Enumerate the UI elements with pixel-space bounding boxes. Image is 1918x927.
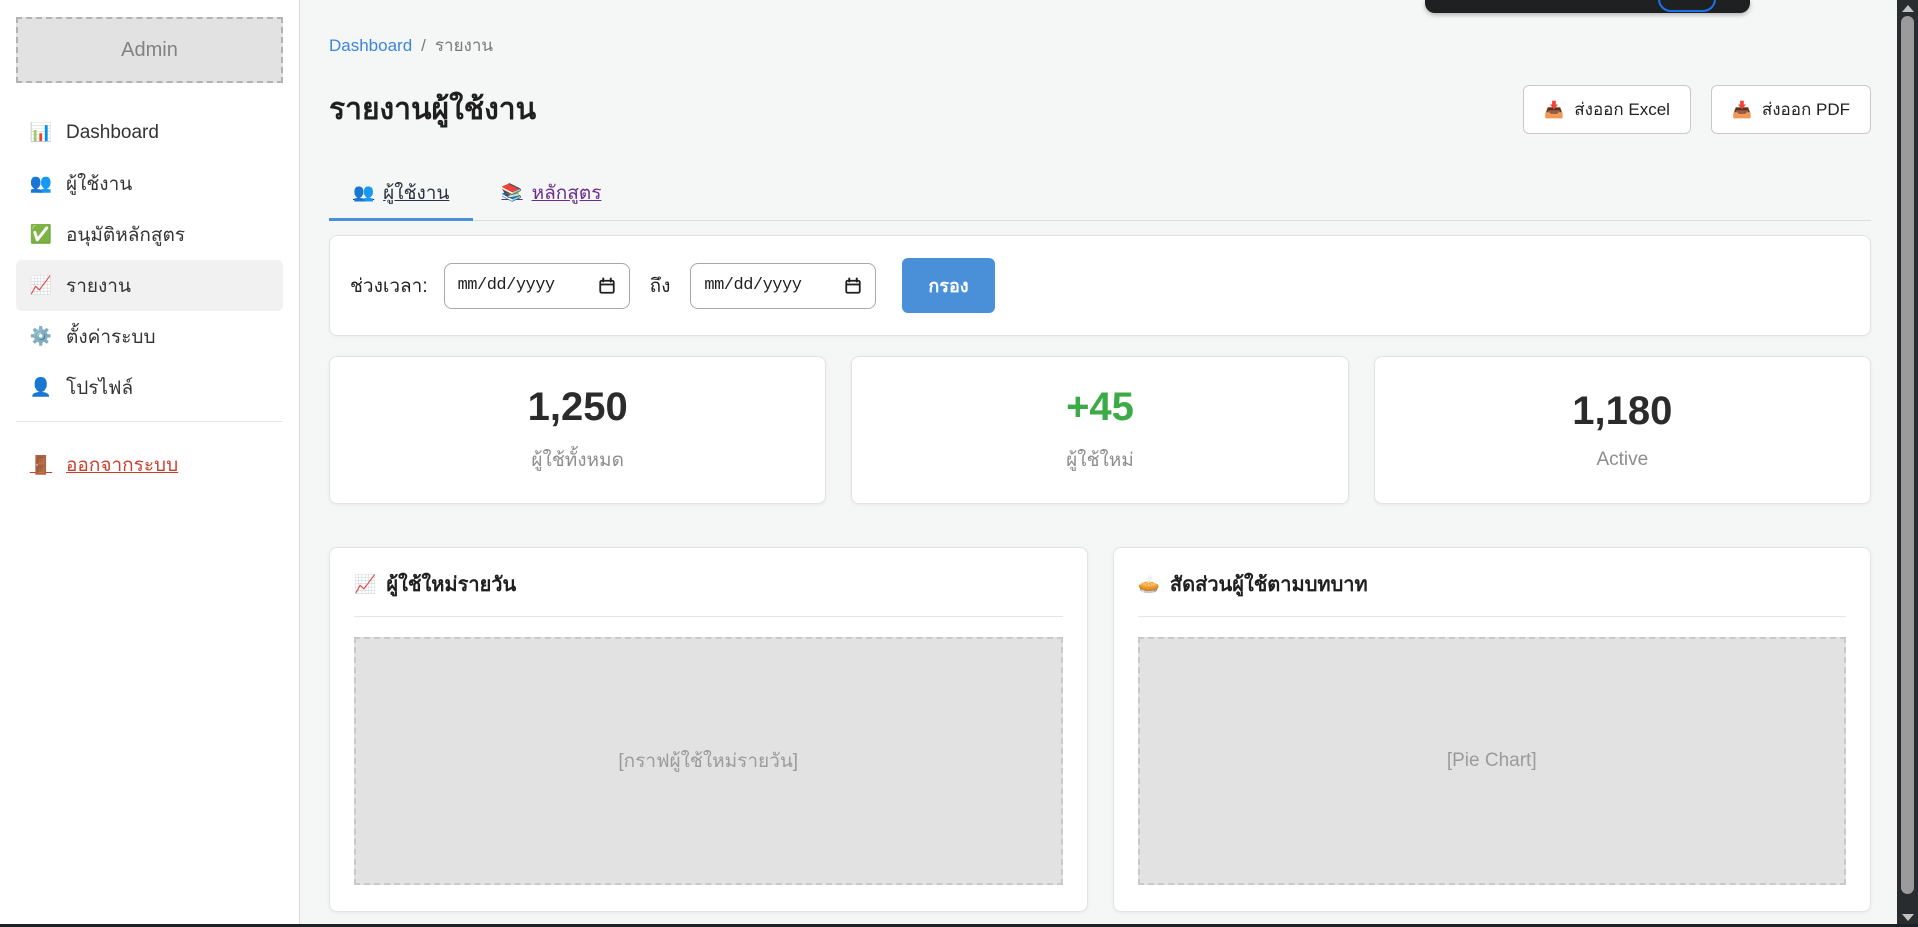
sidebar-nav: 📊 Dashboard 👥 ผู้ใช้งาน ✅ อนุมัติหลักสูต… (16, 107, 283, 413)
date-to-input[interactable]: mm/dd/yyyy (690, 263, 876, 309)
main-content: Dashboard / รายงาน รายงานผู้ใช้งาน 📥 ส่ง… (301, 0, 1897, 927)
vertical-scrollbar[interactable] (1897, 0, 1918, 927)
stat-value-new-users: +45 (1066, 385, 1134, 429)
breadcrumb-separator: / (421, 36, 426, 56)
sidebar-item-label: รายงาน (66, 271, 131, 301)
date-from-input[interactable]: mm/dd/yyyy (444, 263, 630, 309)
pie-chart-placeholder: [Pie Chart] (1138, 637, 1847, 885)
stats-row: 1,250 ผู้ใช้ทั้งหมด +45 ผู้ใช้ใหม่ 1,180… (329, 356, 1871, 504)
sidebar-item-label: Dashboard (66, 122, 159, 144)
stat-label-active-users: Active (1596, 449, 1648, 471)
line-chart-icon: 📈 (354, 574, 376, 595)
chart-placeholder-text: [Pie Chart] (1447, 750, 1537, 772)
chart-header: 🥧 สัดส่วนผู้ใช้ตามบทบาท (1138, 568, 1847, 617)
stat-label-new-users: ผู้ใช้ใหม่ (1066, 445, 1134, 475)
sidebar-item-users[interactable]: 👥 ผู้ใช้งาน (16, 158, 283, 209)
export-pdf-label: ส่งออก PDF (1762, 96, 1850, 123)
door-icon: 🚪 (28, 455, 54, 476)
stat-value-active-users: 1,180 (1572, 389, 1672, 433)
sidebar-item-label: โปรไฟล์ (66, 373, 133, 403)
sidebar-item-label: ผู้ใช้งาน (66, 169, 132, 199)
browser-popup-overlay (1425, 0, 1750, 13)
export-excel-button[interactable]: 📥 ส่งออก Excel (1523, 85, 1691, 134)
brand-label: Admin (121, 39, 178, 62)
stat-card-total-users: 1,250 ผู้ใช้ทั้งหมด (329, 356, 826, 504)
users-icon: 👥 (28, 173, 54, 194)
stat-label-total-users: ผู้ใช้ทั้งหมด (531, 445, 624, 475)
sidebar-item-label: อนุมัติหลักสูตร (66, 220, 185, 250)
line-chart-placeholder: [กราฟผู้ใช้ใหม่รายวัน] (354, 637, 1063, 885)
export-buttons: 📥 ส่งออก Excel 📥 ส่งออก PDF (1523, 85, 1871, 134)
chart-header: 📈 ผู้ใช้ใหม่รายวัน (354, 568, 1063, 617)
chart-title-daily-new-users: ผู้ใช้ใหม่รายวัน (386, 568, 516, 600)
charts-row: 📈 ผู้ใช้ใหม่รายวัน [กราฟผู้ใช้ใหม่รายวัน… (329, 547, 1871, 912)
sidebar-divider (16, 421, 283, 422)
page-title: รายงานผู้ใช้งาน (329, 86, 536, 133)
sidebar-item-approve-courses[interactable]: ✅ อนุมัติหลักสูตร (16, 209, 283, 260)
sidebar-item-profile[interactable]: 👤 โปรไฟล์ (16, 362, 283, 413)
logout-link[interactable]: 🚪 ออกจากระบบ (16, 450, 283, 480)
bar-chart-icon: 📊 (28, 122, 54, 143)
person-icon: 👤 (28, 377, 54, 398)
download-tray-icon: 📥 (1544, 100, 1564, 120)
tab-users-label: ผู้ใช้งาน (383, 178, 449, 208)
stat-card-active-users: 1,180 Active (1374, 356, 1871, 504)
download-tray-icon: 📥 (1732, 100, 1752, 120)
export-pdf-button[interactable]: 📥 ส่งออก PDF (1711, 85, 1871, 134)
tab-users[interactable]: 👥 ผู้ใช้งาน (329, 170, 473, 220)
export-excel-label: ส่งออก Excel (1574, 96, 1670, 123)
stat-card-new-users: +45 ผู้ใช้ใหม่ (851, 356, 1348, 504)
breadcrumb: Dashboard / รายงาน (329, 32, 1871, 59)
breadcrumb-link-dashboard[interactable]: Dashboard (329, 36, 412, 56)
admin-logo-placeholder: Admin (16, 17, 283, 83)
filter-card: ช่วงเวลา: mm/dd/yyyy ถึง mm/dd/yyyy กรอง (329, 235, 1871, 336)
popup-focused-button[interactable] (1658, 0, 1716, 12)
to-label: ถึง (650, 271, 671, 301)
chart-title-users-by-role: สัดส่วนผู้ใช้ตามบทบาท (1170, 568, 1368, 600)
stat-value-total-users: 1,250 (528, 385, 628, 429)
calendar-icon[interactable] (844, 277, 862, 295)
tab-courses-label: หลักสูตร (532, 178, 602, 208)
sidebar: Admin 📊 Dashboard 👥 ผู้ใช้งาน ✅ อนุมัติห… (0, 0, 300, 927)
books-icon: 📚 (501, 183, 522, 203)
pie-icon: 🥧 (1138, 574, 1160, 595)
gear-icon: ⚙️ (28, 326, 54, 347)
scrollbar-thumb[interactable] (1901, 16, 1914, 894)
calendar-icon[interactable] (598, 277, 616, 295)
chart-card-daily-new-users: 📈 ผู้ใช้ใหม่รายวัน [กราฟผู้ใช้ใหม่รายวัน… (329, 547, 1088, 912)
scroll-down-arrow[interactable] (1902, 914, 1914, 921)
logout-label: ออกจากระบบ (66, 450, 178, 480)
tab-bar: 👥 ผู้ใช้งาน 📚 หลักสูตร (329, 170, 1871, 221)
date-range-label: ช่วงเวลา: (350, 271, 428, 301)
filter-button[interactable]: กรอง (902, 258, 994, 313)
scroll-up-arrow[interactable] (1902, 5, 1914, 12)
date-from-value: mm/dd/yyyy (458, 276, 555, 295)
breadcrumb-current: รายงาน (435, 32, 493, 59)
date-to-value: mm/dd/yyyy (704, 276, 801, 295)
check-icon: ✅ (28, 224, 54, 245)
line-chart-icon: 📈 (28, 275, 54, 296)
sidebar-item-settings[interactable]: ⚙️ ตั้งค่าระบบ (16, 311, 283, 362)
tab-courses[interactable]: 📚 หลักสูตร (477, 170, 625, 220)
title-row: รายงานผู้ใช้งาน 📥 ส่งออก Excel 📥 ส่งออก … (329, 85, 1871, 134)
sidebar-item-reports[interactable]: 📈 รายงาน (16, 260, 283, 311)
chart-card-users-by-role: 🥧 สัดส่วนผู้ใช้ตามบทบาท [Pie Chart] (1113, 547, 1872, 912)
chart-placeholder-text: [กราฟผู้ใช้ใหม่รายวัน] (618, 746, 798, 776)
sidebar-item-dashboard[interactable]: 📊 Dashboard (16, 107, 283, 158)
sidebar-item-label: ตั้งค่าระบบ (66, 322, 156, 352)
users-icon: 👥 (353, 183, 374, 203)
